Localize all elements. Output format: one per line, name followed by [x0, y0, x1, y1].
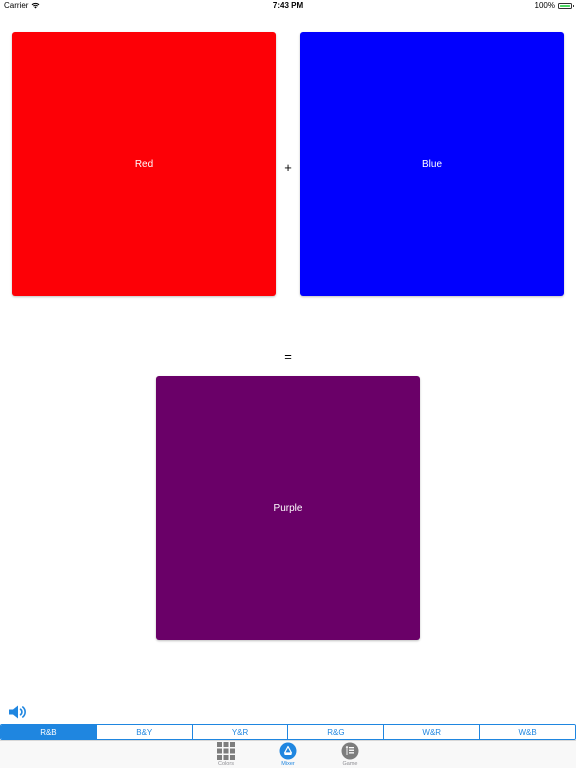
color-card-right-label: Blue [421, 158, 442, 170]
tab-game[interactable]: Game [330, 741, 370, 768]
color-card-left-label: Red [134, 158, 154, 170]
color-card-result-label: Purple [273, 502, 303, 514]
status-time: 7:43 PM [272, 1, 304, 10]
color-card-right[interactable]: Blue [300, 32, 564, 296]
battery-percent: 100% [534, 1, 555, 10]
status-bar: Carrier 7:43 PM 100% [0, 0, 576, 12]
tab-colors[interactable]: Colors [206, 741, 246, 768]
segment-y-and-r[interactable]: Y&R [191, 725, 288, 739]
battery-tip [572, 4, 574, 7]
color-combo-segmented-control: R&B B&Y Y&R R&G W&R W&B [0, 724, 576, 740]
segment-r-and-b[interactable]: R&B [1, 725, 96, 739]
equals-operator: = [284, 349, 292, 364]
tab-bar: Colors Mixer Game [0, 740, 576, 768]
game-icon [341, 742, 359, 760]
segment-w-and-b[interactable]: W&B [479, 725, 575, 739]
tab-colors-label: Colors [218, 761, 234, 767]
grid-icon [217, 742, 235, 760]
battery-fill [560, 4, 570, 7]
battery-icon [558, 2, 574, 9]
plus-operator: + [284, 160, 292, 175]
app-root: Carrier 7:43 PM 100% Red + Blue = Purple [0, 0, 576, 768]
color-card-left[interactable]: Red [12, 32, 276, 296]
tab-mixer[interactable]: Mixer [268, 741, 308, 768]
segment-w-and-r[interactable]: W&R [383, 725, 480, 739]
tab-mixer-label: Mixer [281, 761, 295, 767]
segment-b-and-y[interactable]: B&Y [95, 725, 192, 739]
segment-r-and-g[interactable]: R&G [287, 725, 384, 739]
mixer-icon [279, 742, 297, 760]
color-card-result: Purple [156, 376, 420, 640]
speaker-volume-icon[interactable] [8, 704, 28, 720]
status-right: 100% [534, 1, 574, 10]
tab-game-label: Game [342, 761, 358, 767]
